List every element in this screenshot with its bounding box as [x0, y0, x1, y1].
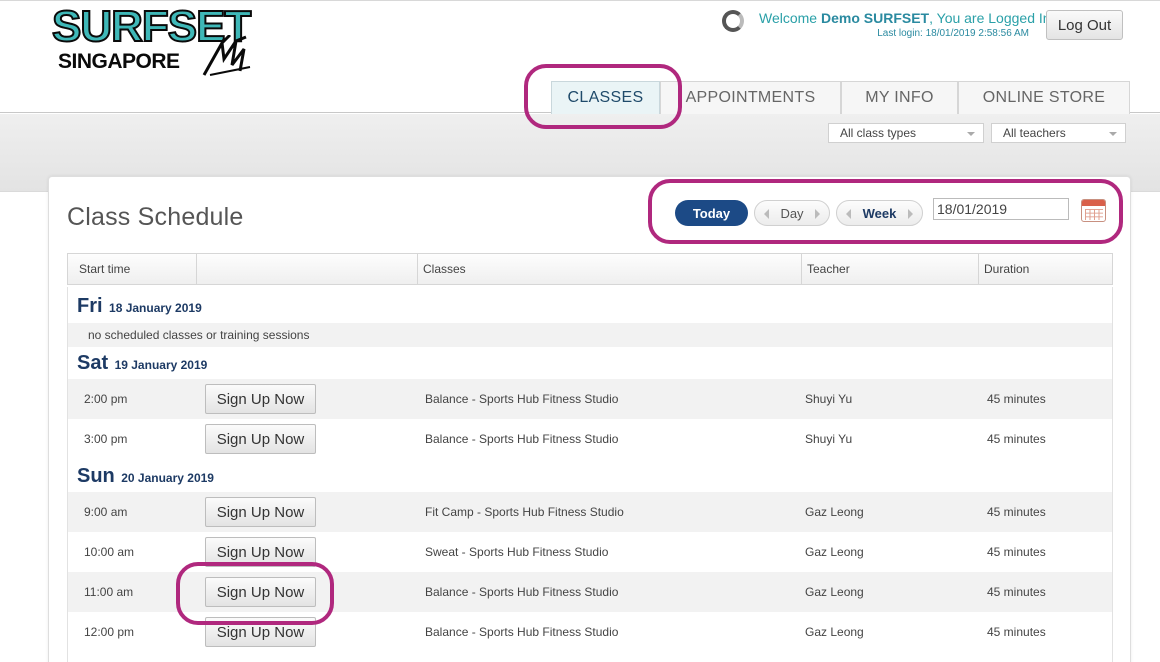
class-time: 10:00 am [84, 545, 135, 559]
table-row: 10:00 am Sign Up Now Sweat - Sports Hub … [68, 532, 1112, 572]
day-heading: Sat 19 January 2019 [77, 352, 207, 375]
sign-up-button[interactable]: Sign Up Now [205, 617, 316, 647]
sign-up-button[interactable]: Sign Up Now [205, 537, 316, 567]
column-duration[interactable]: Duration [979, 254, 1112, 284]
date-input[interactable] [933, 198, 1069, 220]
site-header: SURFSET SINGAPORE Welcome Demo SURFSET, … [0, 0, 1160, 114]
day-date: 19 January 2019 [114, 358, 208, 372]
class-duration: 45 minutes [987, 392, 1046, 406]
table-row: 12:00 pm Sign Up Now Balance - Sports Hu… [68, 612, 1112, 652]
today-button[interactable]: Today [675, 200, 748, 226]
tab-online-store[interactable]: ONLINE STORE [958, 81, 1130, 114]
table-row: 11:00 am Sign Up Now Balance - Sports Hu… [68, 572, 1112, 612]
class-name[interactable]: Balance - Sports Hub Fitness Studio [425, 379, 618, 419]
class-time: 3:00 pm [84, 432, 128, 446]
sign-up-button[interactable]: Sign Up Now [205, 577, 316, 607]
chevron-left-icon[interactable] [846, 209, 851, 219]
surfer-figure-icon [202, 35, 251, 76]
teacher-name[interactable]: Gaz Leong [805, 612, 864, 652]
column-teacher[interactable]: Teacher [802, 254, 979, 284]
chevron-right-icon[interactable] [815, 209, 820, 219]
surfset-singapore-logo[interactable]: SURFSET SINGAPORE [50, 4, 256, 79]
teacher-value: All teachers [1003, 126, 1066, 140]
day-name: Sun [77, 465, 115, 487]
column-signup [197, 254, 418, 284]
class-duration: 45 minutes [987, 625, 1046, 639]
teacher-name[interactable]: Shuyi Yu [805, 379, 852, 419]
teacher-name[interactable]: Gaz Leong [805, 532, 864, 572]
tab-my-info[interactable]: MY INFO [841, 81, 958, 114]
teacher-select[interactable]: All teachers [991, 123, 1126, 143]
table-row: 3:00 pm Sign Up Now Balance - Sports Hub… [68, 419, 1112, 459]
welcome-prefix: Welcome [759, 10, 818, 26]
day-date: 20 January 2019 [121, 471, 214, 485]
chevron-right-icon[interactable] [908, 209, 913, 219]
schedule-table-header: Start time Classes Teacher Duration [67, 253, 1113, 285]
page-title: Class Schedule [67, 203, 244, 231]
class-name[interactable]: Sweat - Sports Hub Fitness Studio [425, 532, 608, 572]
tab-appointments[interactable]: APPOINTMENTS [660, 81, 841, 114]
day-view-button[interactable]: Day [754, 200, 830, 226]
user-name: Demo SURFSET [820, 10, 930, 26]
class-duration: 45 minutes [987, 432, 1046, 446]
class-name[interactable]: Balance - Sports Hub Fitness Studio [425, 612, 618, 652]
class-type-select[interactable]: All class types [828, 123, 984, 143]
teacher-name[interactable]: Shuyi Yu [805, 419, 852, 459]
logo-subtitle: SINGAPORE [58, 50, 180, 73]
teacher-name[interactable]: Gaz Leong [805, 572, 864, 612]
loading-spinner-icon [722, 10, 744, 32]
class-duration: 45 minutes [987, 545, 1046, 559]
class-duration: 45 minutes [987, 505, 1046, 519]
table-row: 9:00 am Sign Up Now Fit Camp - Sports Hu… [68, 492, 1112, 532]
sign-up-button[interactable]: Sign Up Now [205, 497, 316, 527]
class-type-value: All class types [840, 126, 917, 140]
day-name: Fri [77, 295, 103, 317]
welcome-suffix: , You are Logged In [929, 10, 1051, 26]
column-classes[interactable]: Classes [418, 254, 802, 284]
class-duration: 45 minutes [987, 585, 1046, 599]
sign-up-button[interactable]: Sign Up Now [205, 384, 316, 414]
sign-up-button[interactable]: Sign Up Now [205, 424, 316, 454]
class-time: 11:00 am [84, 585, 134, 599]
day-heading: Sun 20 January 2019 [77, 465, 214, 488]
day-heading: Fri 18 January 2019 [77, 295, 202, 318]
day-date: 18 January 2019 [109, 301, 202, 315]
chevron-down-icon [1109, 132, 1117, 136]
class-time: 2:00 pm [84, 392, 128, 406]
logout-button[interactable]: Log Out [1046, 10, 1123, 40]
last-login: Last login: 18/01/2019 2:58:56 AM [877, 28, 1029, 39]
week-label: Week [862, 205, 897, 221]
class-time: 12:00 pm [84, 625, 135, 639]
class-name[interactable]: Balance - Sports Hub Fitness Studio [425, 572, 618, 612]
day-name: Sat [77, 352, 109, 374]
column-start-time[interactable]: Start time [68, 254, 197, 284]
week-view-button[interactable]: Week [836, 200, 923, 226]
class-name[interactable]: Fit Camp - Sports Hub Fitness Studio [425, 492, 624, 532]
schedule-table-body: Fri 18 January 2019 no scheduled classes… [67, 287, 1113, 662]
welcome-message: Welcome Demo SURFSET, You are Logged In [759, 10, 1051, 26]
class-time: 9:00 am [84, 505, 128, 519]
day-label: Day [780, 205, 804, 221]
tab-classes[interactable]: CLASSES [551, 81, 660, 114]
teacher-name[interactable]: Gaz Leong [805, 492, 864, 532]
no-classes-text: no scheduled classes or training session… [88, 328, 310, 342]
empty-day-note: no scheduled classes or training session… [68, 323, 1112, 347]
chevron-down-icon [967, 132, 975, 136]
chevron-left-icon[interactable] [764, 209, 769, 219]
class-name[interactable]: Balance - Sports Hub Fitness Studio [425, 419, 618, 459]
calendar-icon[interactable] [1081, 199, 1106, 222]
table-row: 2:00 pm Sign Up Now Balance - Sports Hub… [68, 379, 1112, 419]
